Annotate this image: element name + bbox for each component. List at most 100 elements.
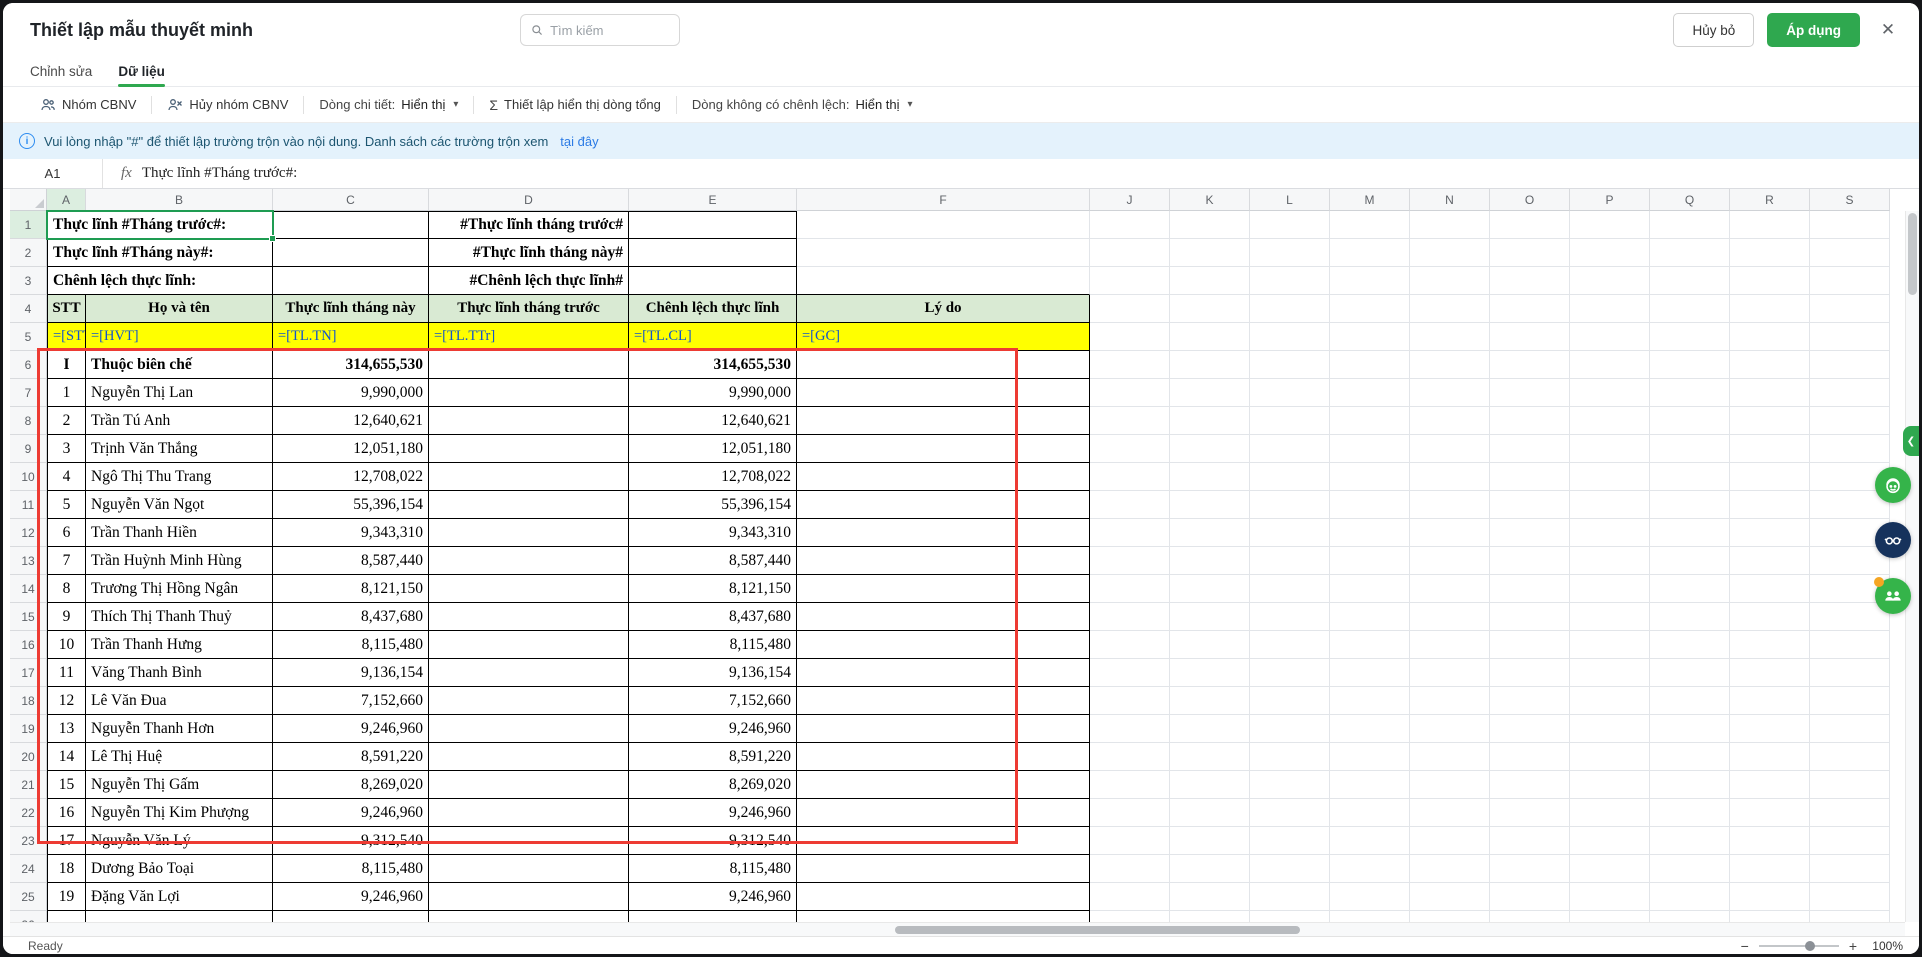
cell-C6[interactable]: 314,655,530 <box>273 351 429 379</box>
row-header-14[interactable]: 14 <box>10 575 47 603</box>
cell-D1[interactable]: #Thực lĩnh tháng trước# <box>429 211 629 239</box>
cell-A13[interactable]: 7 <box>47 547 86 575</box>
cell-C16[interactable]: 8,115,480 <box>273 631 429 659</box>
cell-E17[interactable]: 9,136,154 <box>629 659 797 687</box>
cell-A6[interactable]: I <box>47 351 86 379</box>
cell-B14[interactable]: Trương Thị Hồng Ngân <box>86 575 273 603</box>
apply-button[interactable]: Áp dụng <box>1767 13 1860 47</box>
row-header-12[interactable]: 12 <box>10 519 47 547</box>
cell-F9[interactable] <box>797 435 1090 463</box>
cell-A19[interactable]: 13 <box>47 715 86 743</box>
cell-D10[interactable] <box>429 463 629 491</box>
cell-F16[interactable] <box>797 631 1090 659</box>
cell-reference-box[interactable]: A1 <box>3 159 103 188</box>
cell-B9[interactable]: Trịnh Văn Thắng <box>86 435 273 463</box>
cell-D21[interactable] <box>429 771 629 799</box>
cell-A10[interactable]: 4 <box>47 463 86 491</box>
cell-E20[interactable]: 8,591,220 <box>629 743 797 771</box>
cell-E16[interactable]: 8,115,480 <box>629 631 797 659</box>
cell-F8[interactable] <box>797 407 1090 435</box>
close-icon[interactable]: ✕ <box>1873 20 1903 40</box>
cell-D11[interactable] <box>429 491 629 519</box>
vertical-scrollbar[interactable] <box>1905 211 1919 922</box>
cell-A4[interactable]: STT <box>47 295 86 323</box>
zoom-out-button[interactable]: − <box>1741 939 1749 953</box>
cell-D13[interactable] <box>429 547 629 575</box>
cell-C23[interactable]: 9,312,540 <box>273 827 429 855</box>
cell-A24[interactable]: 18 <box>47 855 86 883</box>
cell-A2[interactable]: Thực lĩnh #Tháng này#: <box>47 239 273 267</box>
cell-A21[interactable]: 15 <box>47 771 86 799</box>
cell-D2[interactable]: #Thực lĩnh tháng này# <box>429 239 629 267</box>
row-header-1[interactable]: 1 <box>10 211 47 239</box>
column-header-P[interactable]: P <box>1570 189 1650 211</box>
cell-D19[interactable] <box>429 715 629 743</box>
cell-F21[interactable] <box>797 771 1090 799</box>
cell-F7[interactable] <box>797 379 1090 407</box>
community-button[interactable] <box>1875 578 1911 614</box>
cell-D17[interactable] <box>429 659 629 687</box>
cell-A8[interactable]: 2 <box>47 407 86 435</box>
cell-E23[interactable]: 9,312,540 <box>629 827 797 855</box>
cell-E8[interactable]: 12,640,621 <box>629 407 797 435</box>
cell-D6[interactable] <box>429 351 629 379</box>
cell-E9[interactable]: 12,051,180 <box>629 435 797 463</box>
cell-A14[interactable]: 8 <box>47 575 86 603</box>
cell-D9[interactable] <box>429 435 629 463</box>
cancel-button[interactable]: Hủy bỏ <box>1673 13 1754 47</box>
cell-D7[interactable] <box>429 379 629 407</box>
column-header-M[interactable]: M <box>1330 189 1410 211</box>
cell-E10[interactable]: 12,708,022 <box>629 463 797 491</box>
cell-C15[interactable]: 8,437,680 <box>273 603 429 631</box>
cell-F19[interactable] <box>797 715 1090 743</box>
cell-E5[interactable]: =[TL.CL] <box>629 323 797 351</box>
column-header-F[interactable]: F <box>797 189 1090 211</box>
cell-A20[interactable]: 14 <box>47 743 86 771</box>
row-header-25[interactable]: 25 <box>10 883 47 911</box>
cell-B25[interactable]: Đặng Văn Lợi <box>86 883 273 911</box>
support-button[interactable] <box>1875 467 1911 503</box>
cell-F11[interactable] <box>797 491 1090 519</box>
cell-C2[interactable] <box>273 239 429 267</box>
row-header-23[interactable]: 23 <box>10 827 47 855</box>
cell-E25[interactable]: 9,246,960 <box>629 883 797 911</box>
cell-E4[interactable]: Chênh lệch thực lĩnh <box>629 295 797 323</box>
cell-F20[interactable] <box>797 743 1090 771</box>
cell-D14[interactable] <box>429 575 629 603</box>
cell-B10[interactable]: Ngô Thị Thu Trang <box>86 463 273 491</box>
cell-E24[interactable]: 8,115,480 <box>629 855 797 883</box>
cell-C5[interactable]: =[TL.TN] <box>273 323 429 351</box>
column-header-R[interactable]: R <box>1730 189 1810 211</box>
column-header-J[interactable]: J <box>1090 189 1170 211</box>
cell-B18[interactable]: Lê Văn Đua <box>86 687 273 715</box>
row-header-16[interactable]: 16 <box>10 631 47 659</box>
cell-E3[interactable] <box>629 267 797 295</box>
cell-B20[interactable]: Lê Thị Huệ <box>86 743 273 771</box>
cell-C19[interactable]: 9,246,960 <box>273 715 429 743</box>
cell-C14[interactable]: 8,121,150 <box>273 575 429 603</box>
empty-grid-area-f[interactable] <box>797 211 1090 295</box>
cell-F5[interactable]: =[GC] <box>797 323 1090 351</box>
row-header-13[interactable]: 13 <box>10 547 47 575</box>
cell-F18[interactable] <box>797 687 1090 715</box>
search-input[interactable] <box>550 23 669 38</box>
cell-C18[interactable]: 7,152,660 <box>273 687 429 715</box>
cell-D20[interactable] <box>429 743 629 771</box>
cell-F23[interactable] <box>797 827 1090 855</box>
cell-C3[interactable] <box>273 267 429 295</box>
cell-E12[interactable]: 9,343,310 <box>629 519 797 547</box>
row-header-11[interactable]: 11 <box>10 491 47 519</box>
cell-E11[interactable]: 55,396,154 <box>629 491 797 519</box>
row-header-10[interactable]: 10 <box>10 463 47 491</box>
cell-D12[interactable] <box>429 519 629 547</box>
cell-D15[interactable] <box>429 603 629 631</box>
cell-C4[interactable]: Thực lĩnh tháng này <box>273 295 429 323</box>
column-header-L[interactable]: L <box>1250 189 1330 211</box>
cell-F6[interactable] <box>797 351 1090 379</box>
row-header-15[interactable]: 15 <box>10 603 47 631</box>
cell-E1[interactable] <box>629 211 797 239</box>
cell-A12[interactable]: 6 <box>47 519 86 547</box>
horizontal-scrollbar[interactable] <box>10 922 1905 936</box>
tab-chinh-sua[interactable]: Chỉnh sửa <box>30 57 92 86</box>
cell-B12[interactable]: Trần Thanh Hiền <box>86 519 273 547</box>
